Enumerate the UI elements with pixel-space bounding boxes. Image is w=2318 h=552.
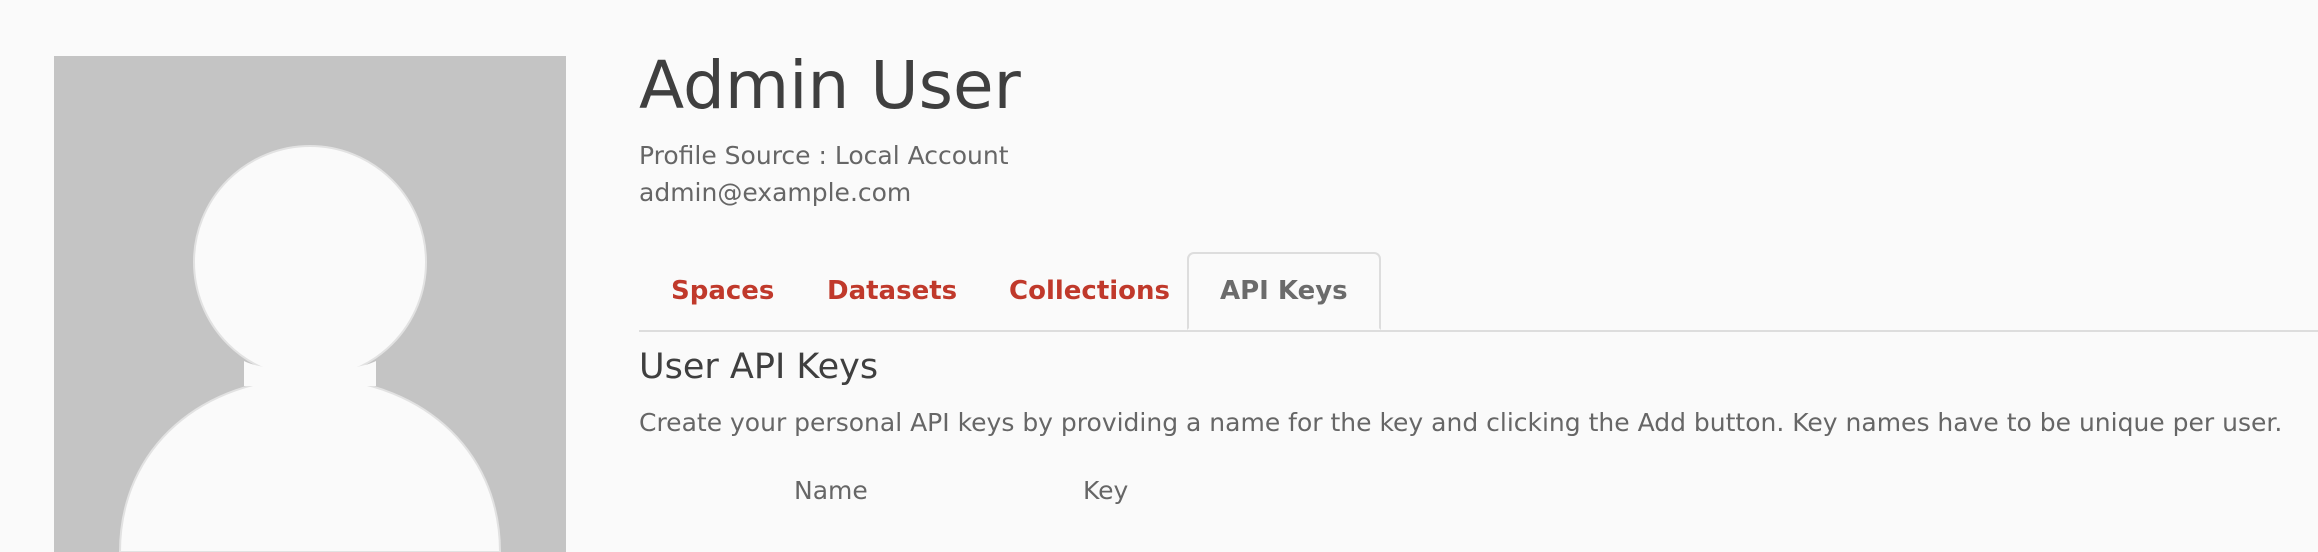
tab-collections[interactable]: Collections (1009, 252, 1170, 330)
tab-spaces[interactable]: Spaces (671, 252, 774, 330)
user-email: admin@example.com (639, 178, 912, 207)
profile-tabs: Spaces Datasets Collections API Keys (639, 252, 2318, 332)
default-user-avatar-icon (118, 145, 502, 552)
profile-main: Admin User Profile Source : Local Accoun… (639, 0, 2318, 552)
table-header-name: Name (794, 476, 868, 505)
profile-avatar (54, 56, 566, 552)
table-header-key: Key (1083, 476, 1129, 505)
tab-api-keys[interactable]: API Keys (1187, 252, 1381, 330)
user-name: Admin User (639, 47, 1021, 124)
api-keys-section-title: User API Keys (639, 347, 879, 387)
tab-datasets[interactable]: Datasets (827, 252, 957, 330)
profile-source: Profile Source : Local Account (639, 141, 1009, 170)
api-keys-description: Create your personal API keys by providi… (639, 408, 2283, 437)
